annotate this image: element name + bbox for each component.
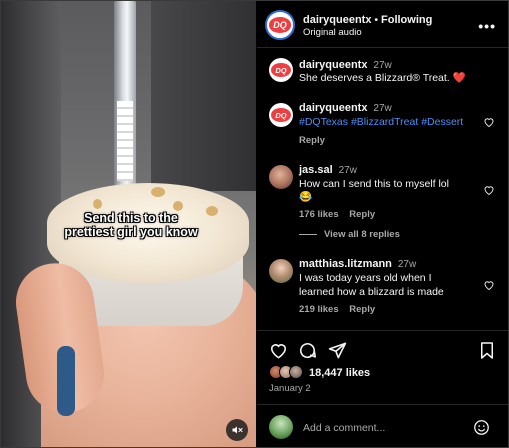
bookmark-icon[interactable] xyxy=(478,341,496,360)
video-background xyxy=(151,1,256,191)
video-cookie-crumb xyxy=(151,187,165,197)
comment-icon[interactable] xyxy=(298,341,317,360)
comment-header: jas.sal 27w xyxy=(299,164,357,176)
comment-hashtags: #DQTexas #BlizzardTreat #Dessert xyxy=(299,115,463,129)
comment-time: 27w xyxy=(397,259,417,270)
comment-meta: 176 likes Reply xyxy=(299,209,375,220)
comment-time: 27w xyxy=(373,103,392,114)
actions-divider xyxy=(257,330,508,331)
video-sleeve xyxy=(57,346,75,416)
hashtag-link[interactable]: #Dessert xyxy=(421,116,463,128)
smiley-icon[interactable] xyxy=(473,419,490,436)
header-divider xyxy=(257,47,508,48)
comment-username[interactable]: matthias.litzmann xyxy=(299,258,392,270)
liker-avatar[interactable] xyxy=(289,365,303,379)
add-comment-input[interactable]: Add a comment... xyxy=(303,421,385,435)
comment-username[interactable]: dairyqueentx xyxy=(299,102,367,114)
caption-avatar[interactable]: DQ xyxy=(269,58,293,82)
dq-logo-icon: DQ xyxy=(271,108,291,122)
reply-button[interactable]: Reply xyxy=(349,304,375,315)
video-cookie-crumb xyxy=(173,201,183,211)
dq-logo-icon: DQ xyxy=(271,63,291,77)
video-caption-overlay: Send this to the prettiest girl you know xyxy=(64,211,198,239)
instagram-post-window: Send this to the prettiest girl you know… xyxy=(0,0,509,448)
heart-icon[interactable] xyxy=(483,184,495,196)
heart-icon[interactable] xyxy=(483,279,495,291)
comment-header: matthias.litzmann 27w xyxy=(299,258,416,270)
video-mixer-spindle xyxy=(117,101,133,181)
header-avatar[interactable]: DQ xyxy=(265,10,295,40)
caption-time: 27w xyxy=(373,60,392,71)
likes-count[interactable]: 18,447 likes xyxy=(309,367,370,379)
caption-header: dairyqueentx 27w xyxy=(299,59,392,71)
comment-box-divider xyxy=(257,404,508,405)
mute-button[interactable] xyxy=(226,419,248,441)
speaker-muted-icon xyxy=(232,426,243,434)
current-user-avatar xyxy=(269,415,293,439)
more-options-button[interactable]: ••• xyxy=(478,18,496,34)
comment-text: learned how a blizzard is made xyxy=(299,286,444,298)
header-username[interactable]: dairyqueentx xyxy=(303,14,371,26)
post-date: January 2 xyxy=(269,383,311,394)
share-icon[interactable] xyxy=(328,341,347,360)
video-cookie-crumb xyxy=(93,199,102,209)
comment-text: I was today years old when I xyxy=(299,272,432,284)
reply-button[interactable]: Reply xyxy=(299,135,325,146)
heart-icon[interactable] xyxy=(483,116,495,128)
hashtag-link[interactable]: #BlizzardTreat xyxy=(351,116,418,128)
caption-text: She deserves a Blizzard® Treat. ❤️ xyxy=(299,72,466,84)
reply-button[interactable]: Reply xyxy=(349,209,375,220)
comment-avatar[interactable] xyxy=(269,165,293,189)
view-replies-button[interactable]: View all 8 replies xyxy=(324,229,400,240)
comment-likes[interactable]: 176 likes xyxy=(299,209,339,220)
comment-text: How can I send this to myself lol xyxy=(299,178,449,190)
comment-username[interactable]: jas.sal xyxy=(299,164,333,176)
dq-logo-icon: DQ xyxy=(269,17,291,33)
comment-header: dairyqueentx 27w xyxy=(299,102,392,114)
comment-avatar[interactable]: DQ xyxy=(269,103,293,127)
following-button[interactable]: Following xyxy=(381,14,432,26)
more-horizontal-icon: ••• xyxy=(478,18,496,34)
comment-likes[interactable]: 219 likes xyxy=(299,304,339,315)
comment-text: 😂 xyxy=(299,191,313,203)
replies-line xyxy=(299,234,317,235)
post-video[interactable]: Send this to the prettiest girl you know xyxy=(1,1,256,447)
video-cookie-crumb xyxy=(206,206,218,216)
comment-avatar[interactable] xyxy=(269,259,293,283)
hashtag-link[interactable]: #DQTexas xyxy=(299,116,348,128)
comment-meta: 219 likes Reply xyxy=(299,304,375,315)
original-audio-link[interactable]: Original audio xyxy=(303,26,362,40)
header-separator: • xyxy=(374,14,379,26)
header-user-line: dairyqueentx • Following xyxy=(303,13,432,27)
caption-username[interactable]: dairyqueentx xyxy=(299,59,367,71)
heart-icon[interactable] xyxy=(269,341,288,360)
post-details-panel: DQ dairyqueentx • Following Original aud… xyxy=(257,1,508,447)
comment-time: 27w xyxy=(338,165,357,176)
